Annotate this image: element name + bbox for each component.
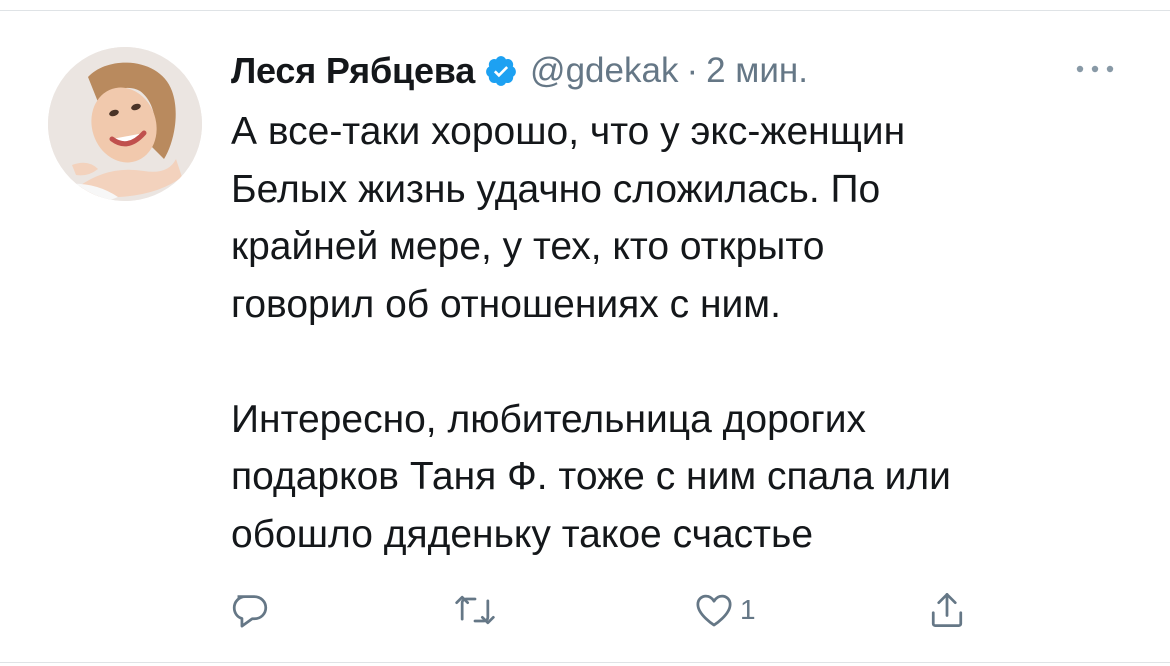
more-options-icon[interactable] xyxy=(1070,58,1120,80)
share-icon xyxy=(931,593,963,627)
tweet-header: Леся Рябцева @gdekak · 2 мин. xyxy=(231,42,808,100)
header-separator: · xyxy=(686,51,699,90)
tweet-text-line: обошло дяденьку такое счастье xyxy=(231,512,814,556)
top-divider xyxy=(0,10,1170,11)
tweet-text-line: говорил об отношениях с ним. xyxy=(231,282,781,326)
tweet-text: А все-таки хорошо, что у экс-женщин Белы… xyxy=(231,103,1131,563)
tweet-text-line: Белых жизнь удачно сложилась. По xyxy=(231,167,881,211)
reply-button[interactable] xyxy=(228,585,272,635)
tweet-timestamp[interactable]: 2 мин. xyxy=(706,51,808,91)
tweet-text-line: А все-таки хорошо, что у экс-женщин xyxy=(231,110,906,153)
author-display-name[interactable]: Леся Рябцева xyxy=(231,50,475,92)
author-handle[interactable]: @gdekak xyxy=(530,51,678,91)
tweet-text-line: Интересно, любительница дорогих xyxy=(231,397,867,441)
reply-icon xyxy=(232,595,268,628)
avatar[interactable] xyxy=(48,47,202,201)
tweet-text-line: подарков Таня Ф. тоже с ним спала или xyxy=(231,455,951,498)
verified-badge-icon xyxy=(484,54,518,88)
bottom-divider xyxy=(0,662,1170,663)
heart-icon xyxy=(696,594,732,627)
tweet-actions-bar: 1 xyxy=(0,585,1170,635)
share-button[interactable] xyxy=(925,585,969,635)
retweet-icon xyxy=(455,595,495,625)
like-button[interactable]: 1 xyxy=(692,585,756,635)
like-count: 1 xyxy=(740,594,756,625)
retweet-button[interactable] xyxy=(451,585,499,635)
avatar-image xyxy=(48,47,202,201)
tweet-text-line: крайней мере, у тех, кто открыто xyxy=(231,225,825,268)
